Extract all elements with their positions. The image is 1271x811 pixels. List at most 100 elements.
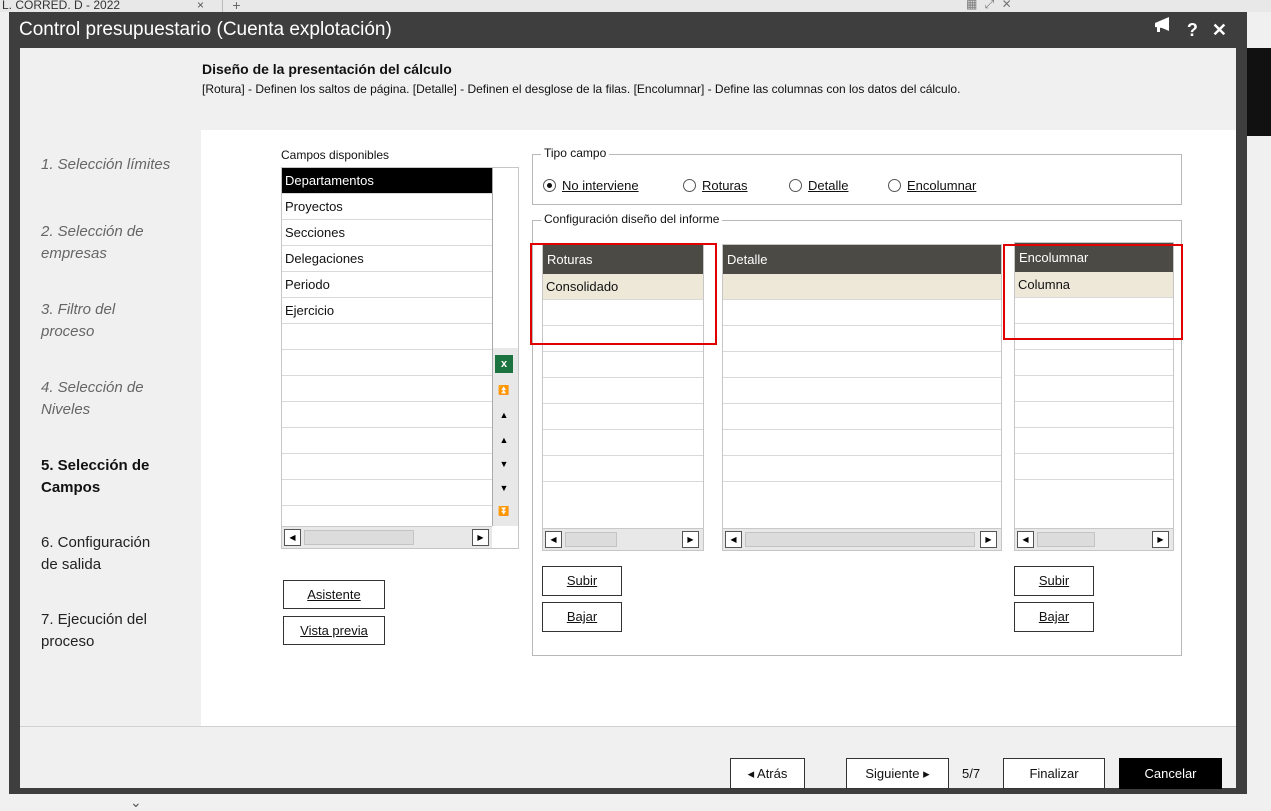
background-tab-title[interactable]: L. CORRED. D - 2022 — [0, 0, 120, 12]
background-chevron-down-icon[interactable]: ⌄ — [130, 794, 142, 811]
scroll-left-icon[interactable]: ◀ — [284, 529, 301, 546]
detalle-grid: Detalle ◀ ▶ — [722, 244, 1002, 551]
empty-row — [1015, 350, 1173, 376]
scroll-right-icon[interactable]: ▶ — [682, 531, 699, 548]
campo-item-delegaciones[interactable]: Delegaciones — [282, 246, 492, 272]
tipo-campo-group: Tipo campo No interviene Roturas Detalle… — [532, 146, 1182, 205]
config-legend: Configuración diseño del informe — [541, 212, 723, 226]
encolumnar-horizontal-scrollbar[interactable]: ◀ ▶ — [1015, 528, 1173, 550]
scroll-thumb[interactable] — [565, 532, 617, 547]
campo-item-departamentos[interactable]: Departamentos — [282, 168, 492, 194]
empty-row — [1015, 454, 1173, 480]
scroll-thumb[interactable] — [304, 530, 414, 545]
step-1[interactable]: 1. Selección límites — [41, 154, 196, 176]
scroll-thumb[interactable] — [745, 532, 975, 547]
dialog-title: Control presupuestario (Cuenta explotaci… — [19, 19, 392, 40]
radio-icon[interactable] — [888, 179, 901, 192]
campo-item-ejercicio[interactable]: Ejercicio — [282, 298, 492, 324]
background-tab-close-icon[interactable]: × — [197, 0, 204, 12]
atras-button[interactable]: ◂ Atrás — [730, 758, 805, 789]
empty-row — [282, 324, 492, 350]
encolumnar-subir-button[interactable]: Subir — [1014, 566, 1094, 596]
empty-row — [543, 430, 703, 456]
roturas-bajar-button[interactable]: Bajar — [542, 602, 622, 632]
empty-row — [543, 404, 703, 430]
empty-row — [723, 352, 1001, 378]
excel-export-icon[interactable]: x — [495, 355, 513, 373]
step-4[interactable]: 4. Selección de Niveles — [41, 377, 196, 421]
campos-horizontal-scrollbar[interactable]: ◀ ▶ — [282, 526, 492, 548]
close-icon[interactable]: ✕ — [1212, 12, 1227, 48]
step-3[interactable]: 3. Filtro del proceso — [41, 299, 196, 343]
empty-row — [723, 456, 1001, 482]
radio-roturas[interactable]: Roturas — [683, 178, 748, 193]
empty-row[interactable] — [723, 274, 1001, 300]
radio-label: Detalle — [808, 178, 849, 193]
encolumnar-bajar-button[interactable]: Bajar — [1014, 602, 1094, 632]
campo-item-periodo[interactable]: Periodo — [282, 272, 492, 298]
empty-row — [282, 454, 492, 480]
empty-row — [543, 378, 703, 404]
cancelar-button[interactable]: Cancelar — [1119, 758, 1222, 789]
campo-item-proyectos[interactable]: Proyectos — [282, 194, 492, 220]
asistente-button[interactable]: Asistente — [283, 580, 385, 609]
step-6[interactable]: 6. Configuración de salida — [41, 532, 196, 576]
move-up-page-icon[interactable]: ▲ — [493, 406, 515, 424]
background-tab-strip — [0, 0, 1271, 12]
move-top-icon[interactable]: ⏫ — [493, 381, 515, 399]
scroll-right-icon[interactable]: ▶ — [472, 529, 489, 546]
move-down-page-icon[interactable]: ▼ — [493, 479, 515, 497]
scroll-right-icon[interactable]: ▶ — [1152, 531, 1169, 548]
vista-previa-button[interactable]: Vista previa — [283, 616, 385, 645]
campo-item-secciones[interactable]: Secciones — [282, 220, 492, 246]
roturas-horizontal-scrollbar[interactable]: ◀ ▶ — [543, 528, 703, 550]
radio-detalle[interactable]: Detalle — [789, 178, 848, 193]
content-panel: Campos disponibles Departamentos Proyect… — [201, 130, 1236, 726]
scroll-left-icon[interactable]: ◀ — [545, 531, 562, 548]
step-2[interactable]: 2. Selección de empresas — [41, 221, 196, 265]
radio-label: No interviene — [562, 178, 639, 193]
scroll-left-icon[interactable]: ◀ — [725, 531, 742, 548]
siguiente-button[interactable]: Siguiente ▸ — [846, 758, 949, 789]
empty-row — [723, 300, 1001, 326]
empty-row — [723, 378, 1001, 404]
roturas-highlight — [530, 243, 717, 345]
empty-row — [723, 326, 1001, 352]
radio-icon[interactable] — [683, 179, 696, 192]
empty-row — [1015, 428, 1173, 454]
radio-label: Encolumnar — [907, 178, 977, 193]
move-bottom-icon[interactable]: ⏬ — [493, 502, 515, 520]
step-7[interactable]: 7. Ejecución del proceso — [41, 609, 196, 653]
scroll-left-icon[interactable]: ◀ — [1017, 531, 1034, 548]
scroll-thumb[interactable] — [1037, 532, 1095, 547]
help-icon[interactable]: ? — [1187, 12, 1198, 48]
empty-row — [543, 456, 703, 482]
radio-selected-icon[interactable] — [543, 179, 556, 192]
move-down-icon[interactable]: ▼ — [493, 455, 515, 473]
footer-divider — [20, 726, 1236, 727]
empty-row — [723, 404, 1001, 430]
campos-label: Campos disponibles — [281, 148, 390, 162]
empty-row — [282, 402, 492, 428]
background-new-tab-icon[interactable]: + — [222, 0, 250, 12]
radio-encolumnar[interactable]: Encolumnar — [888, 178, 976, 193]
background-window-controls[interactable]: ▦ ⤢ ✕ — [966, 0, 1014, 12]
scroll-right-icon[interactable]: ▶ — [980, 531, 997, 548]
finalizar-button[interactable]: Finalizar — [1003, 758, 1105, 789]
campos-list: Departamentos Proyectos Secciones Delega… — [281, 167, 519, 549]
roturas-subir-button[interactable]: Subir — [542, 566, 622, 596]
step-5-active[interactable]: 5. Selección de Campos — [41, 455, 196, 499]
budget-control-dialog: Control presupuestario (Cuenta explotaci… — [9, 12, 1247, 794]
wizard-steps: 1. Selección límites 2. Selección de emp… — [20, 130, 200, 726]
detalle-horizontal-scrollbar[interactable]: ◀ ▶ — [723, 528, 1001, 550]
empty-row — [723, 430, 1001, 456]
empty-row — [543, 352, 703, 378]
dialog-title-controls: ? ✕ — [1153, 12, 1227, 48]
empty-row — [282, 350, 492, 376]
megaphone-icon[interactable] — [1153, 12, 1173, 48]
move-up-icon[interactable]: ▲ — [493, 431, 515, 449]
empty-row — [543, 482, 703, 508]
radio-no-interviene[interactable]: No interviene — [543, 178, 639, 193]
radio-icon[interactable] — [789, 179, 802, 192]
section-description: [Rotura] - Definen los saltos de página.… — [202, 82, 961, 96]
